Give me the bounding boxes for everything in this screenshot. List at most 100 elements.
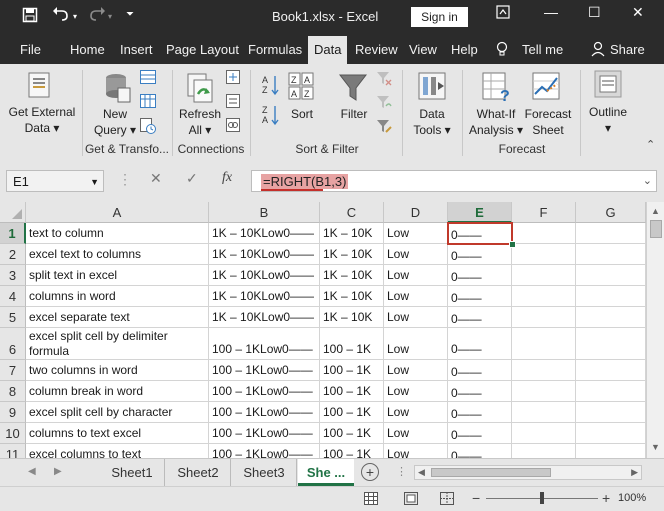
cell-d11[interactable]: Low: [384, 444, 448, 458]
cell-d5[interactable]: Low: [384, 307, 448, 328]
cell-d8[interactable]: Low: [384, 381, 448, 402]
vertical-scroll-thumb[interactable]: [650, 220, 662, 238]
cell-e5[interactable]: 0——: [448, 307, 512, 328]
cell-a7[interactable]: two columns in word: [26, 360, 209, 381]
sheet-scroll-left-icon[interactable]: ◀: [28, 466, 36, 477]
cell-f1[interactable]: [512, 223, 576, 244]
zoom-in-button[interactable]: +: [602, 490, 610, 506]
cell-b4[interactable]: 1K – 10KLow0——: [209, 286, 320, 307]
column-header-b[interactable]: B: [209, 202, 320, 223]
refresh-all-button[interactable]: Refresh All ▾: [176, 106, 224, 138]
cell-g11[interactable]: [576, 444, 646, 458]
cell-e9[interactable]: 0——: [448, 402, 512, 423]
sort-button[interactable]: Sort: [284, 106, 320, 122]
tab-formulas[interactable]: Formulas: [248, 42, 302, 57]
tab-help[interactable]: Help: [451, 42, 478, 57]
cell-c3[interactable]: 1K – 10K: [320, 265, 384, 286]
properties-icon[interactable]: [226, 94, 240, 111]
cell-b9[interactable]: 100 – 1KLow0——: [209, 402, 320, 423]
cell-b11[interactable]: 100 – 1KLow0——: [209, 444, 320, 458]
sheet-tab-sheet3[interactable]: Sheet3: [232, 459, 297, 486]
cell-c11[interactable]: 100 – 1K: [320, 444, 384, 458]
tab-page-layout[interactable]: Page Layout: [166, 42, 239, 57]
cell-a2[interactable]: excel text to columns: [26, 244, 209, 265]
outline-button[interactable]: Outline ▾: [582, 104, 634, 136]
column-header-e[interactable]: E: [448, 202, 512, 223]
cell-f5[interactable]: [512, 307, 576, 328]
redo-icon[interactable]: [88, 6, 106, 26]
cancel-entry-button[interactable]: ✕: [150, 170, 162, 187]
sheet-tab-sheet2[interactable]: Sheet2: [166, 459, 231, 486]
zoom-slider[interactable]: [486, 492, 598, 504]
column-header-c[interactable]: C: [320, 202, 384, 223]
tab-home[interactable]: Home: [70, 42, 105, 57]
new-query-button[interactable]: New Query ▾: [88, 106, 142, 138]
cell-a8[interactable]: column break in word: [26, 381, 209, 402]
row-header-1[interactable]: 1: [0, 223, 26, 244]
cell-g3[interactable]: [576, 265, 646, 286]
cell-e3[interactable]: 0——: [448, 265, 512, 286]
cell-c2[interactable]: 1K – 10K: [320, 244, 384, 265]
row-header-7[interactable]: 7: [0, 360, 26, 381]
cell-b8[interactable]: 100 – 1KLow0——: [209, 381, 320, 402]
collapse-ribbon-icon[interactable]: ⌃: [646, 138, 655, 151]
tab-split-handle-icon[interactable]: ⋮: [396, 465, 407, 478]
cell-b10[interactable]: 100 – 1KLow0——: [209, 423, 320, 444]
sheet-tab-sheet1[interactable]: Sheet1: [100, 459, 165, 486]
hscroll-right-icon[interactable]: ▶: [631, 467, 638, 478]
column-header-f[interactable]: F: [512, 202, 576, 223]
cell-a6[interactable]: excel split cell by delimiter formula: [26, 328, 209, 360]
customize-qat-icon[interactable]: ⏷: [126, 9, 134, 20]
zoom-out-button[interactable]: −: [472, 490, 480, 506]
tab-data[interactable]: Data: [308, 36, 348, 64]
cell-g6[interactable]: [576, 328, 646, 360]
cell-b6[interactable]: 100 – 1KLow0——: [209, 328, 320, 360]
horizontal-scroll-thumb[interactable]: [431, 468, 551, 477]
fill-handle[interactable]: [509, 241, 516, 248]
sheet-tab-active[interactable]: She ...: [298, 459, 354, 486]
cell-g9[interactable]: [576, 402, 646, 423]
cell-e2[interactable]: 0——: [448, 244, 512, 265]
reapply-icon[interactable]: [376, 94, 392, 113]
cell-c7[interactable]: 100 – 1K: [320, 360, 384, 381]
cell-f9[interactable]: [512, 402, 576, 423]
new-sheet-button[interactable]: +: [361, 463, 379, 481]
tell-me-search[interactable]: Tell me: [522, 42, 563, 57]
tab-file[interactable]: File: [20, 42, 41, 57]
row-header-10[interactable]: 10: [0, 423, 26, 444]
cell-d7[interactable]: Low: [384, 360, 448, 381]
cell-f2[interactable]: [512, 244, 576, 265]
cell-c1[interactable]: 1K – 10K: [320, 223, 384, 244]
vertical-scrollbar[interactable]: ▲ ▼: [646, 202, 664, 458]
data-tools-button[interactable]: Data Tools ▾: [406, 106, 458, 138]
connections-icon[interactable]: [226, 70, 240, 87]
cell-b1[interactable]: 1K – 10KLow0——: [209, 223, 320, 244]
sheet-scroll-right-icon[interactable]: ▶: [54, 466, 62, 477]
sort-a-z-icon[interactable]: AZ: [262, 74, 280, 99]
cell-d4[interactable]: Low: [384, 286, 448, 307]
cell-g10[interactable]: [576, 423, 646, 444]
show-queries-icon[interactable]: [140, 70, 156, 87]
cell-g2[interactable]: [576, 244, 646, 265]
edit-links-icon[interactable]: [226, 118, 240, 135]
what-if-analysis-button[interactable]: What-If Analysis ▾: [466, 106, 526, 138]
cell-a11[interactable]: excel columns to text: [26, 444, 209, 458]
cell-a1[interactable]: text to column: [26, 223, 209, 244]
cell-d6[interactable]: Low: [384, 328, 448, 360]
row-header-8[interactable]: 8: [0, 381, 26, 402]
formula-input[interactable]: =RIGHT(B1,3) ⌄: [251, 170, 657, 192]
insert-function-button[interactable]: fx: [222, 170, 232, 186]
close-button[interactable]: ✕: [632, 4, 644, 21]
restore-button[interactable]: ☐: [588, 4, 601, 21]
enter-entry-button[interactable]: ✓: [186, 170, 198, 187]
zoom-level[interactable]: 100%: [618, 492, 646, 504]
clear-filter-icon[interactable]: [376, 70, 392, 89]
undo-icon[interactable]: [52, 6, 70, 26]
expand-formula-icon[interactable]: ⌄: [643, 174, 652, 187]
cell-c6[interactable]: 100 – 1K: [320, 328, 384, 360]
cell-d9[interactable]: Low: [384, 402, 448, 423]
cell-e4[interactable]: 0——: [448, 286, 512, 307]
column-header-d[interactable]: D: [384, 202, 448, 223]
cell-e8[interactable]: 0——: [448, 381, 512, 402]
column-header-g[interactable]: G: [576, 202, 646, 223]
